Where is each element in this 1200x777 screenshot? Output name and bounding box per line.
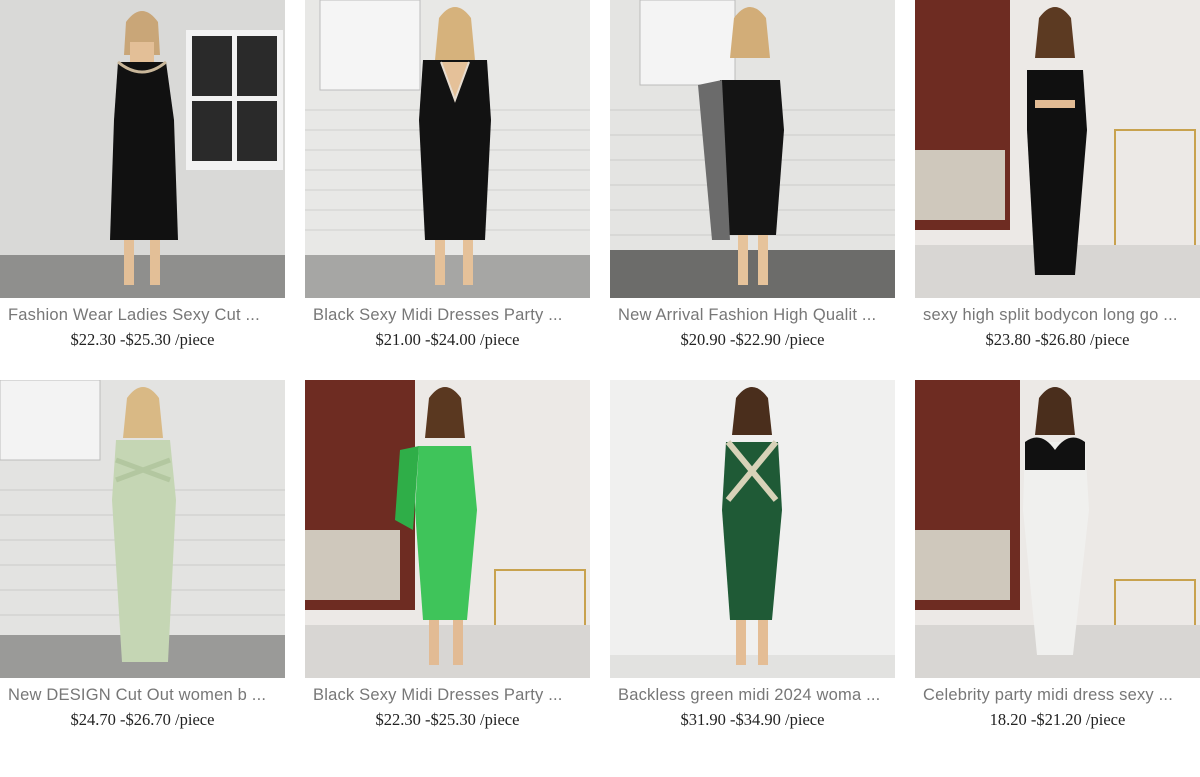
product-title[interactable]: sexy high split bodycon long go ... [915, 306, 1200, 328]
product-title[interactable]: New Arrival Fashion High Qualit ... [610, 306, 895, 328]
product-image[interactable] [610, 380, 895, 678]
product-image[interactable] [0, 0, 285, 298]
product-title[interactable]: Fashion Wear Ladies Sexy Cut ... [0, 306, 285, 328]
product-price: $22.30 -$25.30 /piece [70, 330, 215, 349]
product-price: $22.30 -$25.30 /piece [375, 710, 520, 729]
product-title[interactable]: New DESIGN Cut Out women b ... [0, 686, 285, 708]
product-price: $20.90 -$22.90 /piece [680, 330, 825, 349]
product-title[interactable]: Backless green midi 2024 woma ... [610, 686, 895, 708]
product-image[interactable] [305, 0, 590, 298]
product-title[interactable]: Black Sexy Midi Dresses Party ... [305, 686, 590, 708]
product-image[interactable] [0, 380, 285, 678]
product-price: $23.80 -$26.80 /piece [985, 330, 1130, 349]
product-price: $24.70 -$26.70 /piece [70, 710, 215, 729]
product-image[interactable] [915, 380, 1200, 678]
product-price: $21.00 -$24.00 /piece [375, 330, 520, 349]
product-price: $31.90 -$34.90 /piece [680, 710, 825, 729]
product-title[interactable]: Celebrity party midi dress sexy ... [915, 686, 1200, 708]
product-image[interactable] [610, 0, 895, 298]
product-image[interactable] [305, 380, 590, 678]
product-image[interactable] [915, 0, 1200, 298]
product-price: 18.20 -$21.20 /piece [989, 710, 1126, 729]
product-title[interactable]: Black Sexy Midi Dresses Party ... [305, 306, 590, 328]
product-grid: Fashion Wear Ladies Sexy Cut ... $22.30 … [0, 0, 1200, 777]
